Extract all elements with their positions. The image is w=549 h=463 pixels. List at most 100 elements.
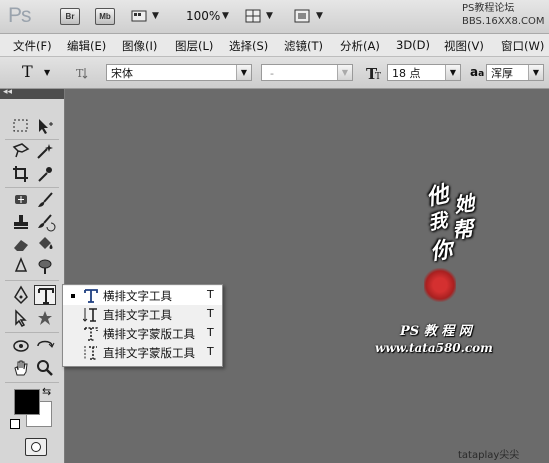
healing-brush-tool[interactable]: [10, 190, 32, 210]
brush-tool[interactable]: [34, 190, 56, 210]
font-family-value: 宋体: [111, 67, 133, 80]
eyedropper-tool[interactable]: [34, 164, 56, 184]
watermark-bottom: tataplay尖尖: [458, 450, 520, 461]
clone-stamp-tool[interactable]: [10, 212, 32, 232]
options-bar: T ▼ T 宋体 ▼ - ▼ TT 18 点 ▼ aa 浑厚 ▼: [0, 57, 549, 89]
custom-shape-tool[interactable]: [34, 308, 56, 328]
pen-tool[interactable]: [10, 285, 32, 305]
crop-tool[interactable]: [10, 164, 32, 184]
antialias-select[interactable]: 浑厚 ▼: [486, 64, 544, 81]
type-tool[interactable]: [34, 285, 56, 305]
flyout-item-label: 横排文字工具: [103, 289, 172, 303]
menu-layer[interactable]: 图层(L): [175, 38, 213, 54]
arrange-dropdown-icon[interactable]: ▼: [266, 11, 273, 21]
flyout-item-shortcut: T: [207, 288, 214, 301]
application-bar: Ps Br Mb ▼ 100% ▼ ▼ ▼ PS教程论坛 BBS.16XX8.C…: [0, 0, 549, 34]
menu-image[interactable]: 图像(I): [122, 38, 157, 54]
foreground-color-swatch[interactable]: [14, 389, 40, 415]
flyout-item-horizontal-type-mask[interactable]: 横排文字蒙版工具 T: [63, 324, 222, 343]
blur-tool[interactable]: [10, 256, 32, 276]
menu-view[interactable]: 视图(V): [444, 38, 484, 54]
art-char: 帮: [450, 215, 475, 244]
horizontal-type-icon: [84, 289, 98, 303]
menu-edit[interactable]: 编辑(E): [67, 38, 106, 54]
selected-bullet-icon: [71, 294, 75, 298]
antialias-value: 浑厚: [491, 67, 513, 80]
font-size-icon: TT: [366, 65, 381, 82]
minibridge-button[interactable]: Mb: [95, 8, 115, 25]
flyout-item-label: 直排文字工具: [103, 308, 172, 322]
zoom-dropdown-icon[interactable]: ▼: [222, 11, 229, 21]
flyout-item-shortcut: T: [207, 307, 214, 320]
marquee-tool[interactable]: [10, 116, 32, 136]
art-char: 我: [426, 209, 450, 235]
flyout-item-label: 直排文字蒙版工具: [103, 346, 195, 360]
font-style-select[interactable]: - ▼: [261, 64, 353, 81]
text-orientation-icon[interactable]: T: [74, 65, 90, 81]
path-selection-tool[interactable]: [10, 308, 32, 328]
view-extras-dropdown-icon[interactable]: ▼: [152, 11, 159, 21]
red-seal-stamp: [424, 268, 456, 302]
photoshop-logo: Ps: [8, 4, 31, 27]
lasso-tool[interactable]: [10, 141, 32, 161]
artwork-signature-line2: www.tata580.com: [375, 341, 493, 355]
flyout-item-label: 横排文字蒙版工具: [103, 327, 195, 341]
move-tool[interactable]: [34, 116, 56, 136]
view-extras-icon[interactable]: [131, 9, 147, 23]
toolbox-header[interactable]: ◂◂: [0, 87, 64, 99]
menu-analysis[interactable]: 分析(A): [340, 38, 380, 54]
antialias-dropdown-icon[interactable]: ▼: [528, 65, 543, 80]
watermark-top-line1: PS教程论坛: [462, 3, 515, 14]
menu-select[interactable]: 选择(S): [229, 38, 268, 54]
font-family-select[interactable]: 宋体 ▼: [106, 64, 252, 81]
screen-mode-dropdown-icon[interactable]: ▼: [316, 11, 323, 21]
menu-filter[interactable]: 滤镜(T): [284, 38, 323, 54]
history-brush-tool[interactable]: [34, 212, 56, 232]
hand-tool[interactable]: [10, 358, 32, 378]
3d-orbit-tool[interactable]: [34, 336, 56, 356]
vertical-type-icon: [83, 308, 97, 322]
flyout-item-horizontal-type[interactable]: 横排文字工具 T: [63, 286, 222, 305]
quick-mask-button[interactable]: [25, 438, 47, 456]
paint-bucket-tool[interactable]: [34, 234, 56, 254]
menu-file[interactable]: 文件(F): [13, 38, 52, 54]
3d-rotate-tool[interactable]: [10, 336, 32, 356]
default-colors-icon[interactable]: [10, 419, 20, 429]
arrange-documents-icon[interactable]: [245, 9, 261, 23]
antialias-icon: aa: [470, 65, 485, 79]
menu-3d[interactable]: 3D(D): [396, 38, 430, 52]
tool-preset-glyph[interactable]: T: [22, 62, 33, 81]
quick-mask-icon: [31, 442, 41, 452]
zoom-tool[interactable]: [34, 358, 56, 378]
watermark-top-line2: BBS.16XX8.COM: [462, 16, 545, 27]
flyout-item-shortcut: T: [207, 326, 214, 339]
vertical-type-mask-icon: [84, 346, 97, 360]
flyout-item-vertical-type-mask[interactable]: 直排文字蒙版工具 T: [63, 343, 222, 362]
font-size-dropdown-icon[interactable]: ▼: [445, 65, 460, 80]
collapse-icon[interactable]: ◂◂: [3, 87, 12, 97]
tool-preset-dropdown-icon[interactable]: ▼: [44, 68, 50, 77]
flyout-item-shortcut: T: [207, 345, 214, 358]
dodge-tool[interactable]: [34, 256, 56, 276]
font-size-field[interactable]: 18 点 ▼: [387, 64, 461, 81]
bridge-button[interactable]: Br: [60, 8, 80, 25]
font-style-value: -: [270, 67, 274, 80]
flyout-item-vertical-type[interactable]: 直排文字工具 T: [63, 305, 222, 324]
zoom-level[interactable]: 100%: [186, 9, 220, 23]
svg-text:T: T: [375, 72, 381, 82]
art-char: 你: [428, 236, 454, 266]
screen-mode-icon[interactable]: [294, 9, 310, 23]
watermark-top: PS教程论坛 BBS.16XX8.COM: [462, 2, 545, 28]
font-family-dropdown-icon[interactable]: ▼: [236, 65, 251, 80]
svg-text:T: T: [76, 67, 84, 80]
swap-colors-icon[interactable]: ⇆: [42, 385, 51, 398]
type-tool-flyout-menu: 横排文字工具 T 直排文字工具 T 横排文字蒙版工具 T 直排文字蒙版工具 T: [62, 284, 223, 367]
menu-bar: 文件(F) 编辑(E) 图像(I) 图层(L) 选择(S) 滤镜(T) 分析(A…: [0, 34, 549, 57]
eraser-tool[interactable]: [10, 234, 32, 254]
font-style-dropdown-icon[interactable]: ▼: [337, 65, 352, 80]
horizontal-type-mask-icon: [84, 327, 98, 341]
font-size-value: 18 点: [392, 67, 421, 80]
menu-window[interactable]: 窗口(W): [501, 38, 544, 54]
toolbox-panel: ◂◂ ⇆: [0, 87, 65, 463]
magic-wand-tool[interactable]: [34, 141, 56, 161]
